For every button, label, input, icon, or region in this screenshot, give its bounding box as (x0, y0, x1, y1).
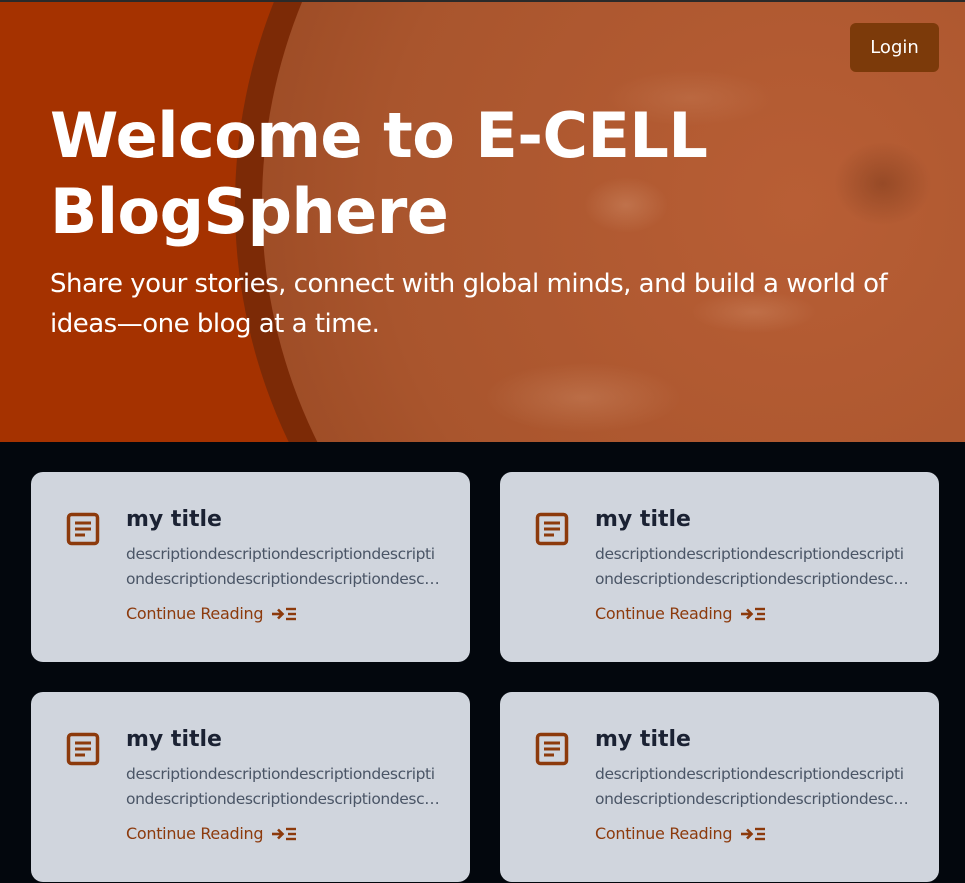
arrow-right-list-icon (741, 607, 766, 621)
document-icon (535, 732, 569, 766)
continue-reading-label: Continue Reading (126, 604, 264, 623)
blog-card[interactable]: my title descriptiondescriptiondescripti… (31, 472, 470, 662)
continue-reading-link[interactable]: Continue Reading (595, 602, 766, 626)
card-description: descriptiondescriptiondescriptiondescrip… (595, 765, 904, 808)
card-title: my title (126, 727, 222, 752)
card-description: descriptiondescriptiondescriptiondescrip… (126, 545, 435, 588)
hero-banner: Welcome to E-CELL BlogSphere Share your … (0, 0, 965, 442)
login-button[interactable]: Login (850, 23, 939, 72)
card-title: my title (595, 727, 691, 752)
continue-reading-label: Continue Reading (595, 824, 733, 843)
continue-reading-link[interactable]: Continue Reading (126, 822, 297, 846)
arrow-right-list-icon (741, 827, 766, 841)
hero-content: Welcome to E-CELL BlogSphere Share your … (50, 98, 910, 344)
hero-title: Welcome to E-CELL BlogSphere (50, 99, 708, 248)
continue-reading-label: Continue Reading (595, 604, 733, 623)
arrow-right-list-icon (272, 607, 297, 621)
continue-reading-link[interactable]: Continue Reading (595, 822, 766, 846)
blog-card[interactable]: my title descriptiondescriptiondescripti… (31, 692, 470, 882)
blog-card[interactable]: my title descriptiondescriptiondescripti… (500, 472, 939, 662)
hero-subtitle: Share your stories, connect with global … (50, 269, 888, 339)
card-description: descriptiondescriptiondescriptiondescrip… (126, 765, 435, 808)
blog-card[interactable]: my title descriptiondescriptiondescripti… (500, 692, 939, 882)
continue-reading-link[interactable]: Continue Reading (126, 602, 297, 626)
document-icon (535, 512, 569, 546)
card-title: my title (126, 507, 222, 532)
document-icon (66, 732, 100, 766)
page: Welcome to E-CELL BlogSphere Share your … (0, 0, 965, 883)
arrow-right-list-icon (272, 827, 297, 841)
card-description: descriptiondescriptiondescriptiondescrip… (595, 545, 904, 588)
document-icon (66, 512, 100, 546)
continue-reading-label: Continue Reading (126, 824, 264, 843)
card-title: my title (595, 507, 691, 532)
window-top-border (0, 0, 965, 2)
